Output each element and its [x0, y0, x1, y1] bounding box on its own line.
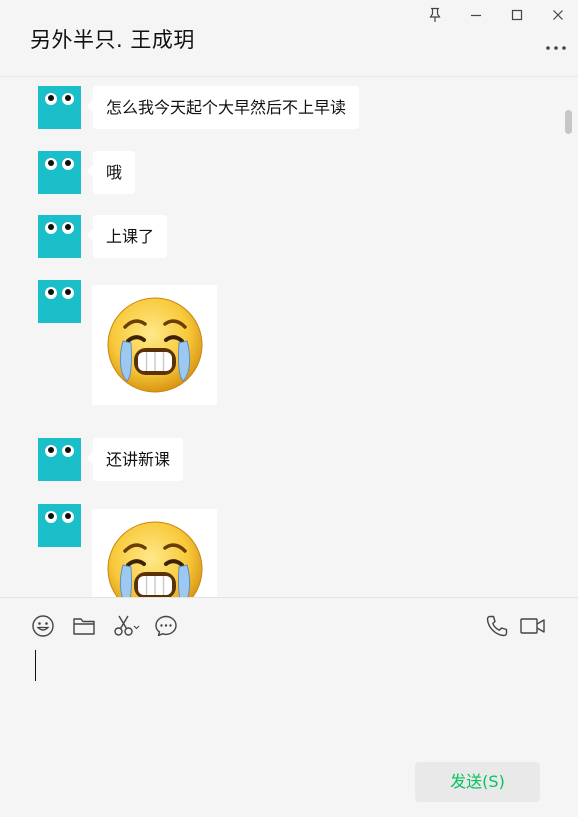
avatar[interactable] [38, 215, 81, 258]
maximize-icon [511, 9, 522, 21]
avatar[interactable] [38, 504, 81, 547]
avatar[interactable] [38, 280, 81, 323]
chat-history-button[interactable] [154, 614, 178, 638]
screenshot-button[interactable] [113, 614, 141, 638]
emoji-button[interactable] [31, 614, 55, 638]
crying-laughing-emoji-icon [107, 521, 202, 597]
phone-icon [486, 615, 508, 637]
close-button[interactable] [537, 0, 578, 30]
more-options-button[interactable] [544, 38, 568, 58]
crying-laughing-emoji-icon [107, 297, 202, 393]
send-button[interactable]: 发送(S) [415, 762, 540, 802]
message-row: 哦 [38, 151, 136, 194]
message-bubble[interactable]: 哦 [86, 151, 136, 194]
avatar[interactable] [38, 151, 81, 194]
scissors-icon [114, 615, 140, 636]
avatar[interactable] [38, 86, 81, 129]
minimize-button[interactable] [455, 0, 496, 30]
avatar[interactable] [38, 438, 81, 481]
message-row: 怎么我今天起个大早然后不上早读 [38, 86, 360, 129]
minimize-icon [470, 14, 481, 17]
send-file-button[interactable] [72, 614, 96, 638]
pin-button[interactable] [414, 0, 455, 30]
message-bubble[interactable]: 还讲新课 [86, 438, 184, 481]
sticker-message[interactable] [92, 509, 217, 597]
video-icon [520, 618, 545, 634]
message-row: 上课了 [38, 215, 168, 258]
more-dots-icon [546, 46, 566, 50]
composer-area: 发送(S) [0, 597, 578, 817]
pin-icon [428, 7, 441, 22]
voice-call-button[interactable] [485, 614, 509, 638]
window-controls [414, 0, 578, 32]
message-row: 还讲新课 [38, 438, 184, 481]
chat-bubble-icon [155, 615, 177, 637]
sticker-message[interactable] [92, 285, 217, 405]
text-input-caret[interactable] [35, 650, 36, 681]
folder-icon [73, 618, 95, 635]
video-call-button[interactable] [519, 614, 547, 638]
message-row [38, 280, 217, 405]
close-icon [552, 10, 563, 20]
chat-title: 另外半只. 王成玥 [30, 28, 195, 52]
message-list[interactable]: 怎么我今天起个大早然后不上早读 哦 上课了 还讲新课 [0, 78, 578, 597]
title-bar: 另外半只. 王成玥 [0, 0, 578, 77]
message-row [38, 504, 217, 597]
maximize-button[interactable] [496, 0, 537, 30]
message-scrollbar[interactable] [565, 110, 572, 134]
emoji-icon [32, 615, 54, 637]
message-bubble[interactable]: 怎么我今天起个大早然后不上早读 [86, 86, 360, 129]
message-bubble[interactable]: 上课了 [86, 215, 168, 258]
